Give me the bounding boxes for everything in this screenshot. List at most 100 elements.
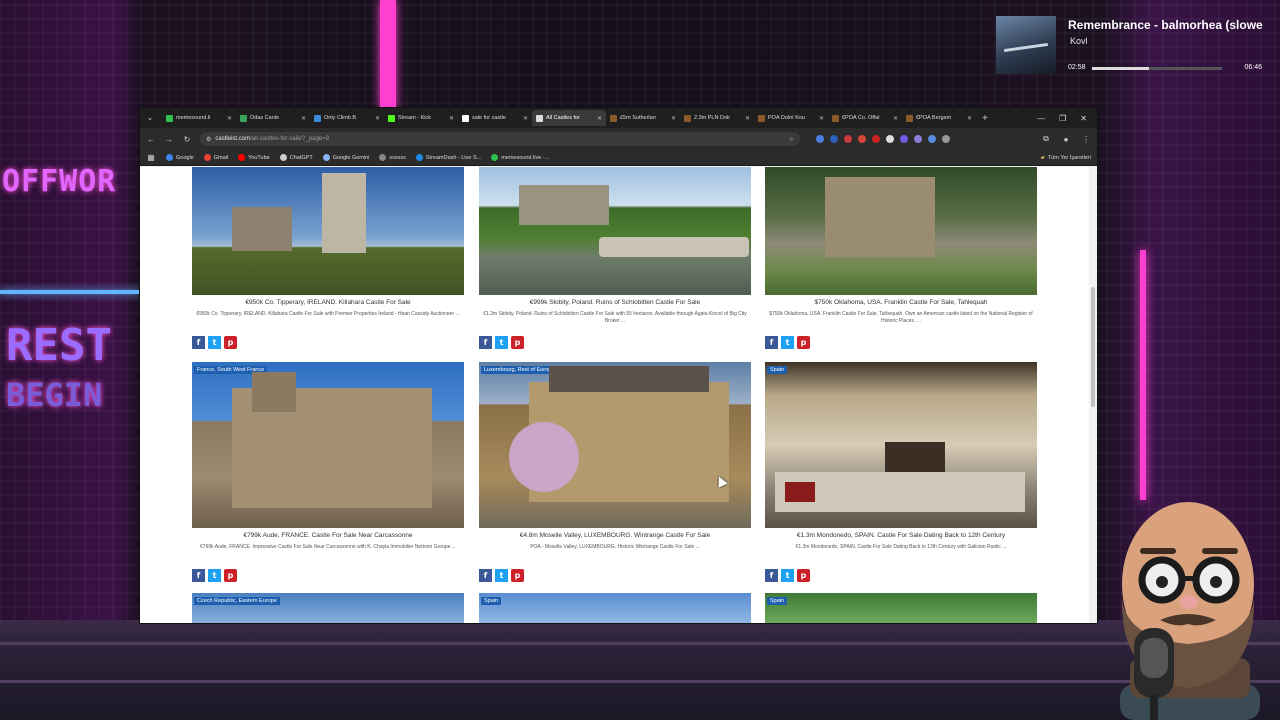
extension-icon[interactable] <box>942 135 950 143</box>
close-tab-icon[interactable]: ✕ <box>375 115 380 122</box>
twitter-icon[interactable]: t <box>495 569 508 582</box>
browser-tab[interactable]: All Castles for ✕ <box>532 110 606 126</box>
region-tag[interactable]: Luxembourg, Rest of Europe <box>481 366 558 374</box>
extension-icon[interactable] <box>900 135 908 143</box>
listing-photo[interactable]: Czech Republic, Eastern Europe <box>192 593 464 623</box>
twitter-icon[interactable]: t <box>495 336 508 349</box>
bookmark-item[interactable]: Google <box>166 154 194 161</box>
listing-photo[interactable] <box>479 167 751 295</box>
minimize-icon[interactable]: — <box>1037 114 1045 123</box>
extension-icon[interactable] <box>928 135 936 143</box>
pinterest-icon[interactable]: p <box>797 569 810 582</box>
bookmark-item[interactable]: StreamDash - Live S... <box>415 154 481 161</box>
listing-photo[interactable]: Spain <box>479 593 751 623</box>
listing-title[interactable]: $750k Oklahoma, USA. Franklin Castle For… <box>765 299 1037 306</box>
address-bar[interactable]: ⚙ castleist.com/all-castles-for-sale/?_p… <box>200 132 800 146</box>
browser-tab[interactable]: €POA Bergam ✕ <box>902 110 976 126</box>
close-tab-icon[interactable]: ✕ <box>597 115 602 122</box>
twitter-icon[interactable]: t <box>781 569 794 582</box>
listing-title[interactable]: €950k Co. Tipperary, IRELAND. Killahara … <box>192 299 464 306</box>
listing-title[interactable]: €799k Aude, FRANCE. Castle For Sale Near… <box>192 532 464 539</box>
facebook-icon[interactable]: f <box>479 569 492 582</box>
facebook-icon[interactable]: f <box>192 336 205 349</box>
scroll-thumb[interactable] <box>1091 287 1095 407</box>
reload-icon[interactable]: ↻ <box>182 135 192 144</box>
browser-tab[interactable]: Odas Canle ✕ <box>236 110 310 126</box>
close-tab-icon[interactable]: ✕ <box>523 115 528 122</box>
extension-icon[interactable] <box>816 135 824 143</box>
twitter-icon[interactable]: t <box>208 569 221 582</box>
bookmark-item[interactable]: Gmail <box>203 154 228 161</box>
pinterest-icon[interactable]: p <box>511 336 524 349</box>
browser-window: ⌄ memesound.li ✕ Odas Canle ✕ Only Climb B ✕ S… <box>140 108 1097 623</box>
bookmark-item[interactable]: memesound.live -... <box>491 154 549 161</box>
extension-icon[interactable] <box>858 135 866 143</box>
bookmark-item[interactable]: ssssss <box>379 154 406 161</box>
site-info-icon[interactable]: ⚙ <box>206 136 211 143</box>
pinterest-icon[interactable]: p <box>511 569 524 582</box>
region-tag[interactable]: Spain <box>481 597 502 605</box>
extension-icon[interactable] <box>830 135 838 143</box>
listing-photo[interactable]: France, South West France <box>192 362 464 528</box>
apps-grid-icon[interactable]: ▦ <box>146 153 156 162</box>
facebook-icon[interactable]: f <box>192 569 205 582</box>
region-tag[interactable]: Czech Republic, Eastern Europe <box>194 597 280 605</box>
close-tab-icon[interactable]: ✕ <box>671 115 676 122</box>
bookmark-item[interactable]: YouTube <box>238 154 270 161</box>
url-path: /all-castles-for-sale/?_page=9 <box>250 136 329 142</box>
region-tag[interactable]: Spain <box>767 366 788 374</box>
close-window-icon[interactable]: ✕ <box>1080 114 1087 123</box>
tab-search-icon[interactable]: ⌄ <box>144 112 156 124</box>
listing-photo[interactable] <box>765 167 1037 295</box>
browser-tab[interactable]: £5m Sutherlan ✕ <box>606 110 680 126</box>
listing-title[interactable]: €1.3m Mondonedo, SPAIN. Castle For Sale … <box>765 532 1037 539</box>
twitter-icon[interactable]: t <box>208 336 221 349</box>
listing-photo[interactable]: Spain <box>765 362 1037 528</box>
extension-icon[interactable] <box>914 135 922 143</box>
extension-icon[interactable] <box>872 135 880 143</box>
photo-detail <box>232 207 292 251</box>
close-tab-icon[interactable]: ✕ <box>745 115 750 122</box>
close-tab-icon[interactable]: ✕ <box>893 115 898 122</box>
browser-tab[interactable]: memesound.li ✕ <box>162 110 236 126</box>
browser-tab[interactable]: €POA Co. Offal ✕ <box>828 110 902 126</box>
browser-tab[interactable]: Only Climb B ✕ <box>310 110 384 126</box>
browser-tab[interactable]: POA Dolní Kou ✕ <box>754 110 828 126</box>
twitter-icon[interactable]: t <box>781 336 794 349</box>
restore-icon[interactable]: ❐ <box>1059 114 1066 123</box>
profile-icon[interactable]: ● <box>1061 135 1071 144</box>
back-icon[interactable]: ← <box>146 135 156 144</box>
listing-title[interactable]: €4.8m Moselle Valley, LUXEMBOURG. Wintra… <box>479 532 751 539</box>
close-tab-icon[interactable]: ✕ <box>967 115 972 122</box>
close-tab-icon[interactable]: ✕ <box>227 115 232 122</box>
menu-kebab-icon[interactable]: ⋮ <box>1081 135 1091 144</box>
pinterest-icon[interactable]: p <box>224 569 237 582</box>
bookmark-star-icon[interactable]: ☆ <box>789 136 794 143</box>
extensions-puzzle-icon[interactable]: ⧉ <box>1041 134 1051 144</box>
close-tab-icon[interactable]: ✕ <box>301 115 306 122</box>
all-bookmarks-folder[interactable]: ▰ Tüm Yer İşaretleri <box>1041 155 1091 161</box>
page-scrollbar[interactable] <box>1089 167 1097 623</box>
browser-tab[interactable]: sale for castle ✕ <box>458 110 532 126</box>
pinterest-icon[interactable]: p <box>797 336 810 349</box>
bookmark-label: ChatGPT <box>289 154 313 161</box>
bookmark-item[interactable]: ChatGPT <box>279 154 313 161</box>
extension-icon[interactable] <box>886 135 894 143</box>
listing-photo[interactable]: Spain <box>765 593 1037 623</box>
region-tag[interactable]: Spain <box>767 597 788 605</box>
facebook-icon[interactable]: f <box>765 336 778 349</box>
browser-tab[interactable]: 2.3m PLN Dolr ✕ <box>680 110 754 126</box>
close-tab-icon[interactable]: ✕ <box>819 115 824 122</box>
bookmark-item[interactable]: Google Gemini <box>322 154 369 161</box>
facebook-icon[interactable]: f <box>479 336 492 349</box>
pinterest-icon[interactable]: p <box>224 336 237 349</box>
listing-title[interactable]: €999k Słobity, Poland. Ruins of Schlobit… <box>479 299 751 306</box>
forward-icon[interactable]: → <box>164 135 174 144</box>
listing-photo[interactable]: Luxembourg, Rest of Europe <box>479 362 751 528</box>
listing-photo[interactable] <box>192 167 464 295</box>
browser-tab[interactable]: Stream - Kick ✕ <box>384 110 458 126</box>
facebook-icon[interactable]: f <box>765 569 778 582</box>
close-tab-icon[interactable]: ✕ <box>449 115 454 122</box>
new-tab-icon[interactable]: + <box>982 113 988 124</box>
extension-icon[interactable] <box>844 135 852 143</box>
